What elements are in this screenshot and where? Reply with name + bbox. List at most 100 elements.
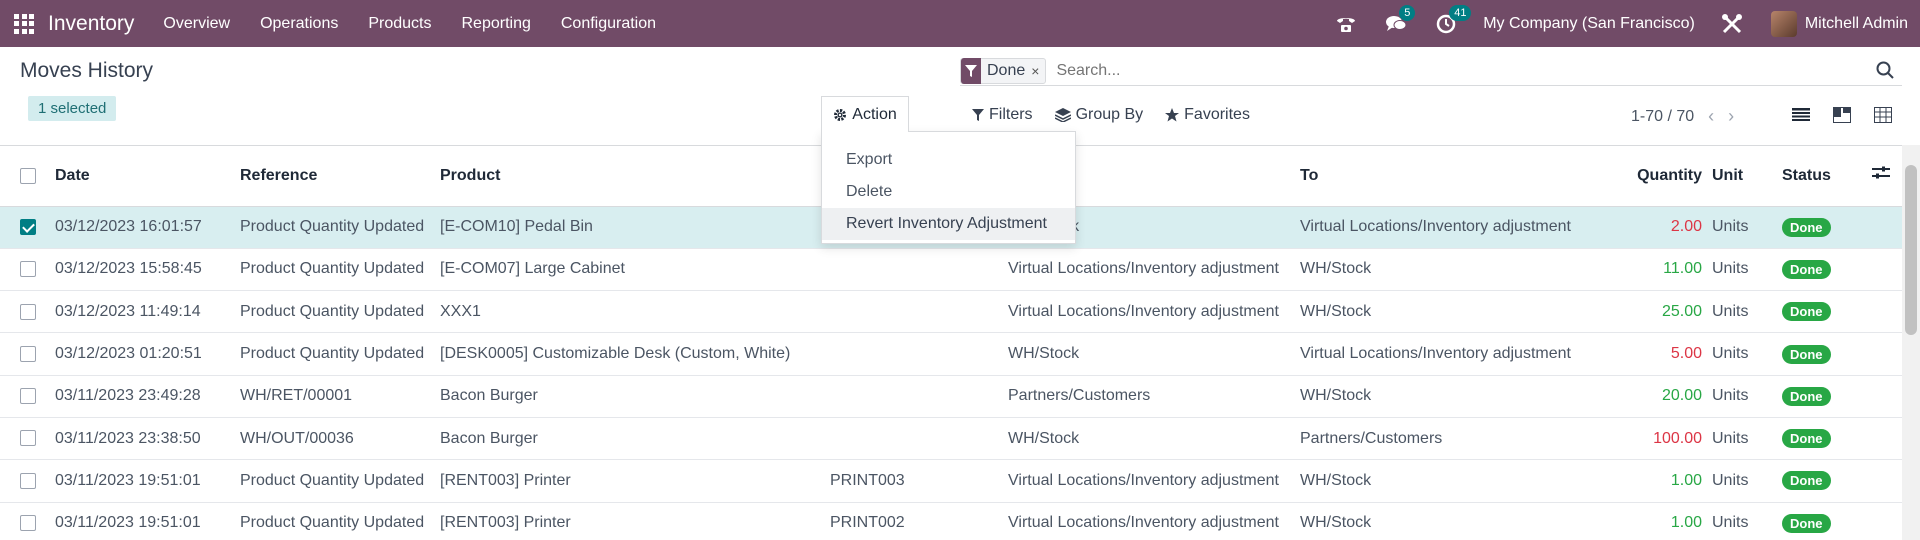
kanban-view-icon[interactable]	[1824, 100, 1860, 130]
row-checkbox[interactable]	[20, 218, 36, 235]
company-switcher[interactable]: My Company (San Francisco)	[1483, 15, 1695, 33]
user-avatar[interactable]	[1770, 10, 1797, 37]
action-revert-inventory-adjustment[interactable]: Revert Inventory Adjustment	[822, 208, 1075, 240]
menu-reporting[interactable]: Reporting	[461, 15, 530, 33]
row-lot-serial	[830, 417, 1008, 461]
row-date: 03/11/2023 23:38:50	[55, 417, 240, 461]
column-header-reference[interactable]: Reference	[240, 146, 440, 207]
status-badge: Done	[1782, 471, 1831, 491]
row-unit: Units	[1712, 417, 1782, 461]
apps-menu-icon[interactable]	[14, 13, 34, 34]
search-icon[interactable]	[1876, 61, 1894, 79]
row-to-location: Virtual Locations/Inventory adjustment	[1300, 332, 1622, 376]
pager-next-icon[interactable]: ›	[1728, 106, 1734, 127]
menu-products[interactable]: Products	[368, 15, 431, 33]
phone-icon[interactable]	[1335, 13, 1357, 35]
row-spacer	[1872, 206, 1902, 249]
column-header-date[interactable]: Date	[55, 146, 240, 207]
row-checkbox[interactable]	[20, 388, 36, 405]
search-input[interactable]	[1056, 61, 1902, 80]
row-unit: Units	[1712, 248, 1782, 292]
column-header-to[interactable]: To	[1300, 146, 1622, 207]
star-icon	[1165, 108, 1180, 122]
row-reference: Product Quantity Updated	[240, 206, 440, 249]
facet-label: Done	[987, 61, 1026, 79]
row-product: XXX1	[440, 290, 830, 334]
row-checkbox[interactable]	[20, 430, 36, 447]
row-reference: WH/OUT/00036	[240, 417, 440, 461]
selection-count-badge: 1 selected	[28, 96, 117, 121]
row-date: 03/12/2023 11:49:14	[55, 290, 240, 334]
row-checkbox[interactable]	[20, 303, 36, 320]
row-spacer	[1872, 375, 1902, 418]
activities-clock-icon[interactable]: 41	[1435, 4, 1472, 35]
action-delete[interactable]: Delete	[822, 176, 1075, 208]
row-date: 03/12/2023 16:01:57	[55, 206, 240, 249]
row-quantity: 25.00	[1622, 290, 1712, 334]
table-row[interactable]: 03/11/2023 19:51:01 Product Quantity Upda…	[0, 459, 1902, 503]
pager-previous-icon[interactable]: ‹	[1708, 106, 1714, 127]
tools-icon[interactable]	[1721, 13, 1743, 35]
table-row[interactable]: 03/12/2023 11:49:14 Product Quantity Upda…	[0, 290, 1902, 334]
column-header-quantity[interactable]: Quantity	[1622, 146, 1712, 207]
row-spacer	[1872, 502, 1902, 540]
column-header-product[interactable]: Product	[440, 146, 830, 207]
column-header-status[interactable]: Status	[1782, 146, 1872, 207]
row-reference: Product Quantity Updated	[240, 290, 440, 334]
messages-count-badge: 5	[1399, 4, 1416, 21]
search-facet-done[interactable]: Done ×	[960, 57, 1047, 84]
pivot-view-icon[interactable]	[1865, 100, 1901, 130]
row-date: 03/12/2023 15:58:45	[55, 248, 240, 292]
menu-operations[interactable]: Operations	[260, 15, 338, 33]
list-view-icon[interactable]	[1783, 100, 1819, 130]
row-date: 03/11/2023 19:51:01	[55, 502, 240, 540]
status-badge: Done	[1782, 217, 1831, 237]
row-to-location: Virtual Locations/Inventory adjustment	[1300, 206, 1622, 249]
table-row[interactable]: 03/12/2023 01:20:51 Product Quantity Upda…	[0, 332, 1902, 376]
gear-icon	[834, 108, 847, 121]
row-from-location: Virtual Locations/Inventory adjustment	[1008, 290, 1300, 334]
menu-overview[interactable]: Overview	[163, 15, 230, 33]
row-lot-serial	[830, 332, 1008, 376]
row-lot-serial	[830, 375, 1008, 418]
row-from-location: Virtual Locations/Inventory adjustment	[1008, 502, 1300, 540]
app-name[interactable]: Inventory	[48, 12, 134, 36]
row-checkbox[interactable]	[20, 514, 36, 531]
facet-remove-icon[interactable]: ×	[1031, 63, 1045, 79]
action-button-label: Action	[852, 105, 897, 123]
filters-button[interactable]: Filters	[972, 106, 1033, 124]
status-badge: Done	[1782, 259, 1831, 279]
row-quantity: 5.00	[1622, 332, 1712, 376]
action-button[interactable]: Action	[821, 96, 909, 132]
row-spacer	[1872, 417, 1902, 461]
scrollbar-thumb[interactable]	[1905, 165, 1917, 335]
row-from-location: WH/Stock	[1008, 417, 1300, 461]
menu-configuration[interactable]: Configuration	[561, 15, 656, 33]
messages-icon[interactable]: 5	[1385, 4, 1416, 35]
row-checkbox[interactable]	[20, 261, 36, 278]
row-checkbox[interactable]	[20, 345, 36, 362]
page-title[interactable]: Moves History	[20, 59, 153, 83]
row-quantity: 11.00	[1622, 248, 1712, 292]
select-all-checkbox[interactable]	[20, 167, 36, 184]
column-header-unit[interactable]: Unit	[1712, 146, 1782, 207]
table-row[interactable]: 03/12/2023 15:58:45 Product Quantity Upda…	[0, 248, 1902, 292]
favorites-button[interactable]: Favorites	[1165, 106, 1250, 124]
table-row[interactable]: 03/11/2023 23:49:28 WH/RET/00001 Bacon Bur…	[0, 375, 1902, 418]
row-checkbox[interactable]	[20, 472, 36, 489]
action-export[interactable]: Export	[822, 144, 1075, 176]
favorites-label: Favorites	[1184, 106, 1250, 123]
list-scrollbar[interactable]	[1902, 145, 1920, 540]
row-quantity: 20.00	[1622, 375, 1712, 418]
pager-value[interactable]: 1-70 / 70	[1631, 108, 1694, 126]
row-product: Bacon Burger	[440, 375, 830, 418]
table-row[interactable]: 03/11/2023 19:51:01 Product Quantity Upda…	[0, 502, 1902, 540]
row-unit: Units	[1712, 459, 1782, 503]
row-unit: Units	[1712, 332, 1782, 376]
group-by-button[interactable]: Group By	[1054, 106, 1143, 124]
user-menu[interactable]: Mitchell Admin	[1805, 15, 1908, 33]
row-spacer	[1872, 248, 1902, 292]
row-spacer	[1872, 290, 1902, 334]
table-row[interactable]: 03/11/2023 23:38:50 WH/OUT/00036 Bacon Bur…	[0, 417, 1902, 461]
optional-columns-icon[interactable]	[1872, 146, 1902, 207]
